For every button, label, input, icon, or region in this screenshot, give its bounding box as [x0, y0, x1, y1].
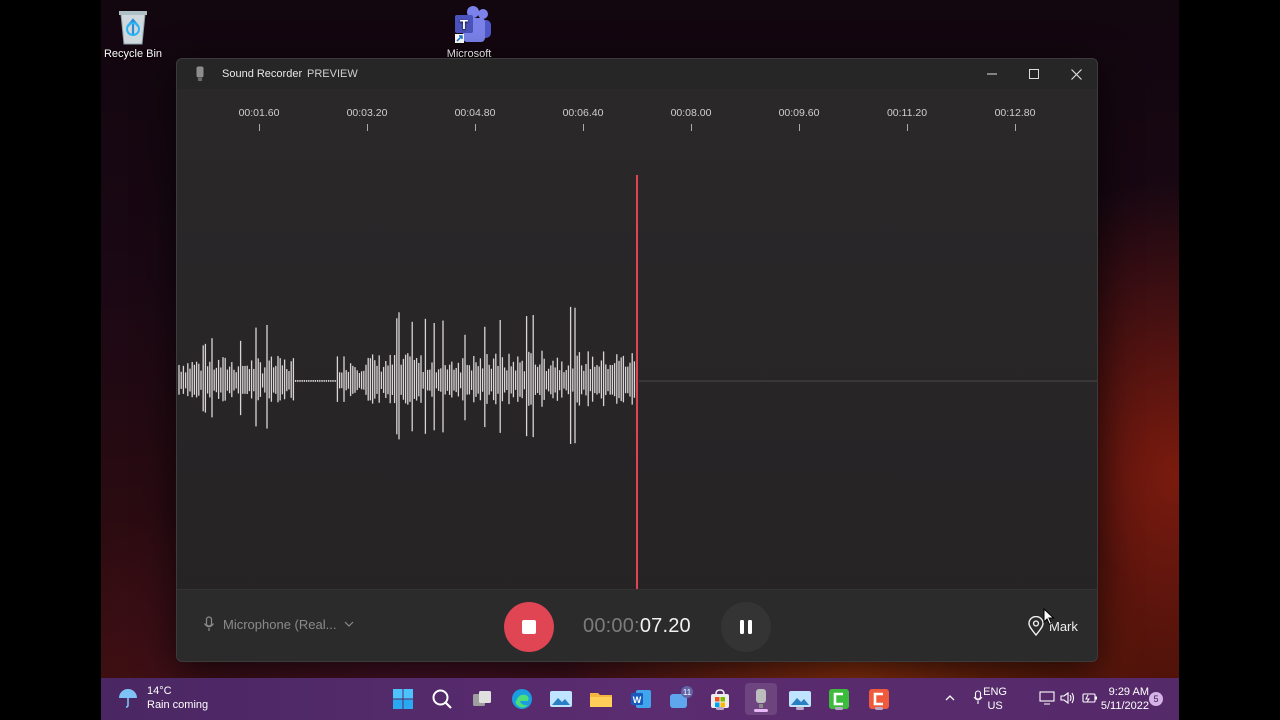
window-title: Sound Recorder [222, 68, 303, 80]
pause-button[interactable] [721, 602, 771, 652]
taskbar-search[interactable] [428, 685, 456, 713]
region-code: US [987, 700, 1003, 712]
taskbar-start[interactable] [389, 685, 417, 713]
system-tray: ENG US 9:29 AM 5/11/2022 5 [919, 678, 1179, 720]
umbrella-icon [119, 689, 137, 708]
photos-2-icon [789, 691, 811, 707]
running-indicator [796, 707, 804, 710]
sound-recorder-app-icon [196, 66, 204, 81]
volume-icon[interactable] [1060, 691, 1076, 705]
language-code: ENG [983, 686, 1007, 698]
chevron-down-icon [345, 621, 354, 627]
preview-badge: PREVIEW [307, 68, 358, 80]
stop-recording-button[interactable] [504, 602, 554, 652]
taskbar-photos[interactable] [547, 685, 575, 713]
recycle-bin-icon [115, 6, 151, 45]
photos-icon [550, 691, 572, 707]
microphone-tray-icon[interactable] [973, 690, 983, 706]
weather-description: Rain coming [147, 699, 209, 711]
mouse-cursor-icon [1043, 608, 1055, 626]
minimize-button[interactable] [971, 59, 1013, 89]
microphone-label: Microphone (Real... [223, 616, 337, 632]
weather-temperature: 14°C [147, 685, 172, 697]
title-bar[interactable]: Sound Recorder PREVIEW [177, 59, 1097, 89]
close-icon [1070, 68, 1082, 80]
notification-badge[interactable]: 5 [1149, 692, 1163, 706]
taskbar-teams-chat[interactable]: 11 [667, 685, 695, 713]
pause-icon [740, 620, 752, 634]
taskbar-camtasia[interactable] [825, 685, 853, 713]
edge-icon [512, 689, 532, 709]
task-view-icon [473, 691, 491, 706]
clock-date: 5/11/2022 [1100, 700, 1149, 712]
maximize-icon [1029, 69, 1039, 79]
taskbar-store[interactable] [706, 685, 734, 713]
taskbar-task-view[interactable] [468, 685, 496, 713]
running-indicator [835, 707, 843, 710]
teams-chat-icon: 11 [670, 686, 693, 708]
waveform [178, 175, 1097, 589]
taskbar-camtasia-2[interactable] [865, 685, 893, 713]
network-icon[interactable] [1039, 691, 1055, 705]
close-button[interactable] [1055, 59, 1097, 89]
svg-text:W: W [633, 695, 642, 705]
sound-recorder-window: Sound Recorder PREVIEW 00:01.60 00:03.20 0… [176, 58, 1098, 662]
weather-widget[interactable]: 14°C Rain coming [117, 684, 208, 712]
microphone-icon [204, 616, 214, 631]
microphone-selector[interactable]: Microphone (Real... [203, 616, 354, 632]
minimize-icon [987, 73, 997, 75]
teams-icon: T [451, 6, 491, 44]
chevron-up-icon[interactable] [945, 694, 955, 701]
word-icon: W [631, 690, 651, 708]
recording-timer: 00:00:07.20 [583, 615, 691, 638]
taskbar-edge[interactable] [508, 685, 536, 713]
desktop-icon-label: Recycle Bin [103, 48, 163, 60]
timer-elapsed-prefix: 00:00: [583, 615, 640, 637]
recording-timeline[interactable]: 00:01.60 00:03.20 00:04.80 00:06.40 00:08.00… [177, 89, 1097, 617]
svg-text:T: T [460, 17, 468, 32]
taskbar-sound-recorder[interactable] [745, 683, 777, 715]
timer-elapsed-seconds: 07.20 [639, 615, 691, 637]
language-indicator[interactable]: ENG US [983, 685, 1007, 713]
running-indicator [754, 709, 768, 712]
desktop-icon-teams[interactable]: T Microsoft [429, 6, 509, 60]
running-indicator [875, 707, 883, 710]
clock-time: 9:29 AM [1108, 686, 1149, 698]
screen: Recycle Bin T Microsoft Sound Recorder P… [0, 0, 1280, 720]
stop-icon [522, 620, 536, 634]
controls-bar: Microphone (Real... 00:00:07.20 Mark [177, 589, 1097, 661]
file-explorer-icon [590, 693, 612, 707]
running-indicator [716, 707, 724, 710]
start-icon [393, 689, 413, 709]
search-icon [432, 689, 452, 709]
clock[interactable]: 9:29 AM 5/11/2022 [1101, 685, 1149, 713]
teams-badge: 11 [683, 688, 692, 697]
taskbar: 14°C Rain coming W 11 ENG US 9:29 AM 5/1… [101, 678, 1179, 720]
desktop-icon-recycle-bin[interactable]: Recycle Bin [101, 6, 173, 60]
battery-icon[interactable] [1082, 692, 1098, 704]
sound-recorder-icon [756, 689, 766, 708]
maximize-button[interactable] [1013, 59, 1055, 89]
taskbar-file-explorer[interactable] [587, 685, 615, 713]
taskbar-photos-2[interactable] [786, 685, 814, 713]
taskbar-word[interactable]: W [627, 685, 655, 713]
